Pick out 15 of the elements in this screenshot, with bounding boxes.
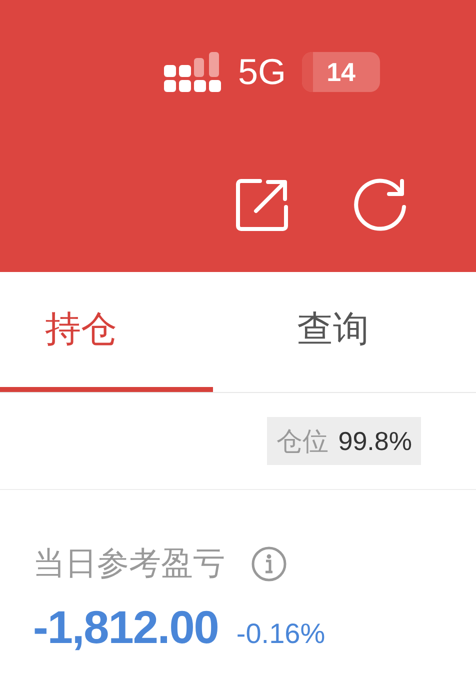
pnl-amount: -1,812.00 [33, 600, 218, 654]
external-link-icon [234, 177, 290, 233]
tab[interactable]: 查询 [213, 272, 476, 392]
network-label: 5G [238, 52, 286, 92]
tab[interactable]: 持仓 [0, 272, 213, 392]
pnl-percent: -0.16% [236, 618, 326, 650]
pnl-label: 当日参考盈亏 [33, 544, 225, 583]
refresh-button[interactable] [352, 177, 408, 233]
info-icon[interactable] [251, 546, 287, 582]
refresh-icon [352, 177, 408, 233]
share-button[interactable] [234, 177, 290, 233]
battery-indicator: 14 [302, 52, 380, 92]
position-value: 99.8% [338, 426, 412, 456]
signal-icon [164, 52, 222, 92]
position-label: 仓位 [276, 424, 328, 458]
